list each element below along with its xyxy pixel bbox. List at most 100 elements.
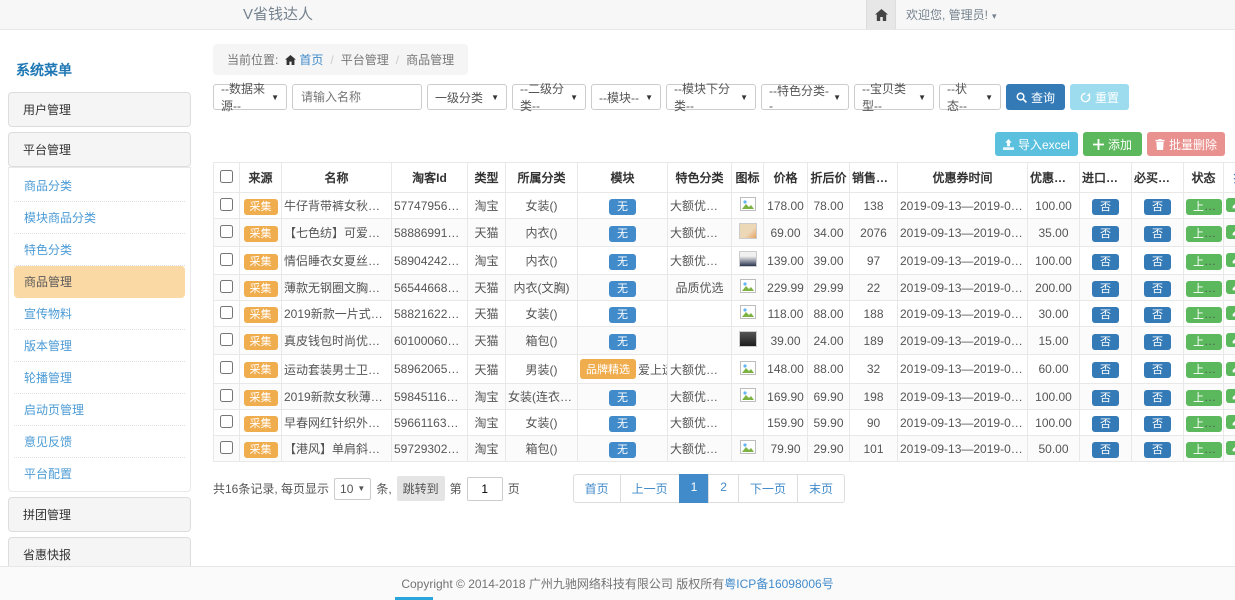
- edit-button[interactable]: [1226, 225, 1235, 239]
- page-button-下一页[interactable]: 下一页: [738, 474, 798, 503]
- row-checkbox[interactable]: [220, 225, 233, 238]
- sidebar-panel-user-management[interactable]: 用户管理: [8, 92, 191, 127]
- sidebar-item-商品分类[interactable]: 商品分类: [14, 170, 185, 202]
- per-page-select[interactable]: 10▼: [334, 478, 371, 500]
- must-buy-toggle[interactable]: 否: [1144, 362, 1171, 378]
- edit-button[interactable]: [1226, 362, 1235, 376]
- must-buy-toggle[interactable]: 否: [1144, 390, 1171, 406]
- must-buy-toggle[interactable]: 否: [1144, 416, 1171, 432]
- must-buy-toggle[interactable]: 否: [1144, 307, 1171, 323]
- row-checkbox[interactable]: [220, 389, 233, 402]
- import-select-toggle[interactable]: 否: [1092, 362, 1119, 378]
- edit-button[interactable]: [1226, 441, 1235, 455]
- import-select-toggle[interactable]: 否: [1092, 442, 1119, 458]
- import-select-toggle[interactable]: 否: [1092, 226, 1119, 242]
- must-buy-toggle[interactable]: 否: [1144, 254, 1171, 270]
- reset-button[interactable]: 重置: [1070, 84, 1129, 110]
- home-nav-button[interactable]: [866, 0, 896, 29]
- sidebar-item-意见反馈[interactable]: 意见反馈: [14, 426, 185, 458]
- page-button-2[interactable]: 2: [708, 474, 739, 503]
- sidebar-item-平台配置[interactable]: 平台配置: [14, 458, 185, 489]
- row-checkbox[interactable]: [220, 441, 233, 454]
- module-none-badge[interactable]: 无: [609, 334, 636, 350]
- edit-button[interactable]: [1226, 306, 1235, 320]
- row-checkbox[interactable]: [220, 415, 233, 428]
- status-toggle[interactable]: 上架: [1186, 334, 1222, 350]
- row-checkbox[interactable]: [220, 333, 233, 346]
- must-buy-toggle[interactable]: 否: [1144, 199, 1171, 215]
- must-buy-toggle[interactable]: 否: [1144, 281, 1171, 297]
- row-checkbox[interactable]: [220, 198, 233, 211]
- module-none-badge[interactable]: 无: [609, 199, 636, 215]
- edit-button[interactable]: [1226, 253, 1235, 267]
- status-toggle[interactable]: 上架: [1186, 307, 1222, 323]
- status-toggle[interactable]: 上架: [1186, 390, 1222, 406]
- row-checkbox[interactable]: [220, 361, 233, 374]
- module-none-badge[interactable]: 无: [609, 416, 636, 432]
- page-number-input[interactable]: [467, 477, 503, 501]
- sidebar-item-版本管理[interactable]: 版本管理: [14, 330, 185, 362]
- module-badge[interactable]: 品牌精选: [580, 359, 636, 379]
- icp-link[interactable]: 粤ICP备16098006号: [724, 575, 833, 592]
- sidebar-item-宣传物料[interactable]: 宣传物料: [14, 298, 185, 330]
- filter-select-data-source[interactable]: --数据来源--▼: [213, 84, 287, 110]
- import-select-toggle[interactable]: 否: [1092, 281, 1119, 297]
- jump-to-button[interactable]: 跳转到: [397, 476, 445, 501]
- sidebar-item-模块商品分类[interactable]: 模块商品分类: [14, 202, 185, 234]
- must-buy-toggle[interactable]: 否: [1144, 442, 1171, 458]
- batch-delete-button[interactable]: 批量删除: [1147, 132, 1225, 156]
- sidebar-item-启动页管理[interactable]: 启动页管理: [14, 394, 185, 426]
- filter-select-feature-category[interactable]: --特色分类--▼: [761, 84, 849, 110]
- sidebar-item-轮播管理[interactable]: 轮播管理: [14, 362, 185, 394]
- import-excel-button[interactable]: 导入excel: [995, 132, 1078, 156]
- page-button-上一页[interactable]: 上一页: [620, 474, 680, 503]
- import-select-toggle[interactable]: 否: [1092, 254, 1119, 270]
- status-toggle[interactable]: 上架: [1186, 442, 1222, 458]
- page-button-末页[interactable]: 末页: [797, 474, 845, 503]
- sidebar-panel-platform-management[interactable]: 平台管理: [8, 132, 191, 167]
- module-none-badge[interactable]: 无: [609, 307, 636, 323]
- page-button-1[interactable]: 1: [679, 474, 710, 503]
- filter-select-item-type[interactable]: --宝贝类型--▼: [854, 84, 934, 110]
- edit-button[interactable]: [1226, 198, 1235, 212]
- edit-button[interactable]: [1226, 415, 1235, 429]
- edit-button[interactable]: [1226, 333, 1235, 347]
- search-button[interactable]: 查询: [1006, 84, 1065, 110]
- filter-select-module-sub-category[interactable]: --模块下分类--▼: [666, 84, 756, 110]
- add-button[interactable]: 添加: [1083, 132, 1142, 156]
- must-buy-toggle[interactable]: 否: [1144, 226, 1171, 242]
- import-select-toggle[interactable]: 否: [1092, 416, 1119, 432]
- status-toggle[interactable]: 上架: [1186, 226, 1222, 242]
- filter-select-level2-category[interactable]: --二级分类--▼: [512, 84, 586, 110]
- module-none-badge[interactable]: 无: [609, 254, 636, 270]
- status-toggle[interactable]: 上架: [1186, 281, 1222, 297]
- edit-button[interactable]: [1226, 389, 1235, 403]
- import-select-toggle[interactable]: 否: [1092, 334, 1119, 350]
- edit-button[interactable]: [1226, 280, 1235, 294]
- row-checkbox[interactable]: [220, 306, 233, 319]
- module-none-badge[interactable]: 无: [609, 442, 636, 458]
- sidebar-item-特色分类[interactable]: 特色分类: [14, 234, 185, 266]
- user-menu[interactable]: 欢迎您, 管理员!▾: [906, 0, 997, 31]
- sidebar-panel-拼团管理[interactable]: 拼团管理: [8, 497, 191, 532]
- sidebar-item-商品管理[interactable]: 商品管理: [14, 266, 185, 298]
- select-all-checkbox[interactable]: [220, 170, 233, 183]
- module-none-badge[interactable]: 无: [609, 226, 636, 242]
- row-checkbox[interactable]: [220, 253, 233, 266]
- status-toggle[interactable]: 上架: [1186, 416, 1222, 432]
- filter-select-status[interactable]: --状态--▼: [939, 84, 1001, 110]
- row-checkbox[interactable]: [220, 280, 233, 293]
- must-buy-toggle[interactable]: 否: [1144, 334, 1171, 350]
- filter-select-module[interactable]: --模块--▼: [591, 84, 661, 110]
- module-none-badge[interactable]: 无: [609, 390, 636, 406]
- status-toggle[interactable]: 上架: [1186, 254, 1222, 270]
- import-select-toggle[interactable]: 否: [1092, 307, 1119, 323]
- status-toggle[interactable]: 上架: [1186, 362, 1222, 378]
- import-select-toggle[interactable]: 否: [1092, 390, 1119, 406]
- page-button-首页[interactable]: 首页: [573, 474, 621, 503]
- name-search-input[interactable]: [292, 84, 422, 110]
- import-select-toggle[interactable]: 否: [1092, 199, 1119, 215]
- status-toggle[interactable]: 上架: [1186, 199, 1222, 215]
- filter-select-level1-category[interactable]: 一级分类▼: [427, 84, 507, 110]
- module-none-badge[interactable]: 无: [609, 281, 636, 297]
